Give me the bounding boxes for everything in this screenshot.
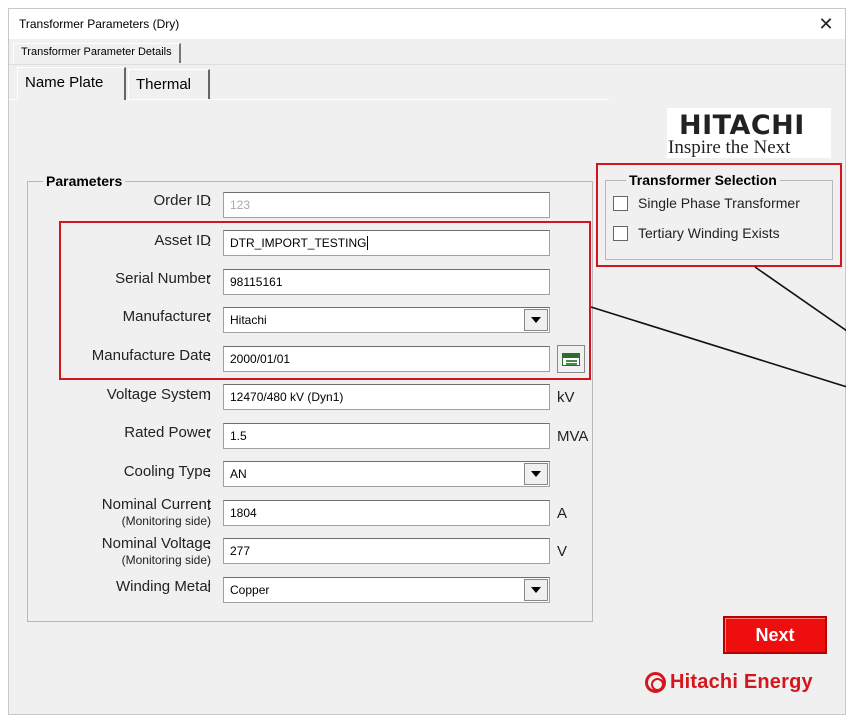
annotation-line [754, 266, 846, 332]
hitachi-energy-logo-icon [645, 672, 666, 693]
next-button[interactable]: Next [723, 616, 827, 654]
brand-text: Hitachi Energy [670, 671, 813, 693]
hitachi-energy-brand: Hitachi Energy [645, 671, 813, 694]
tab-name-plate[interactable]: Name Plate [17, 67, 126, 100]
annotation-line [590, 306, 846, 388]
dialog-window: Transformer Parameters (Dry) ✕ Transform… [8, 8, 846, 715]
annotation-lines [590, 266, 846, 388]
